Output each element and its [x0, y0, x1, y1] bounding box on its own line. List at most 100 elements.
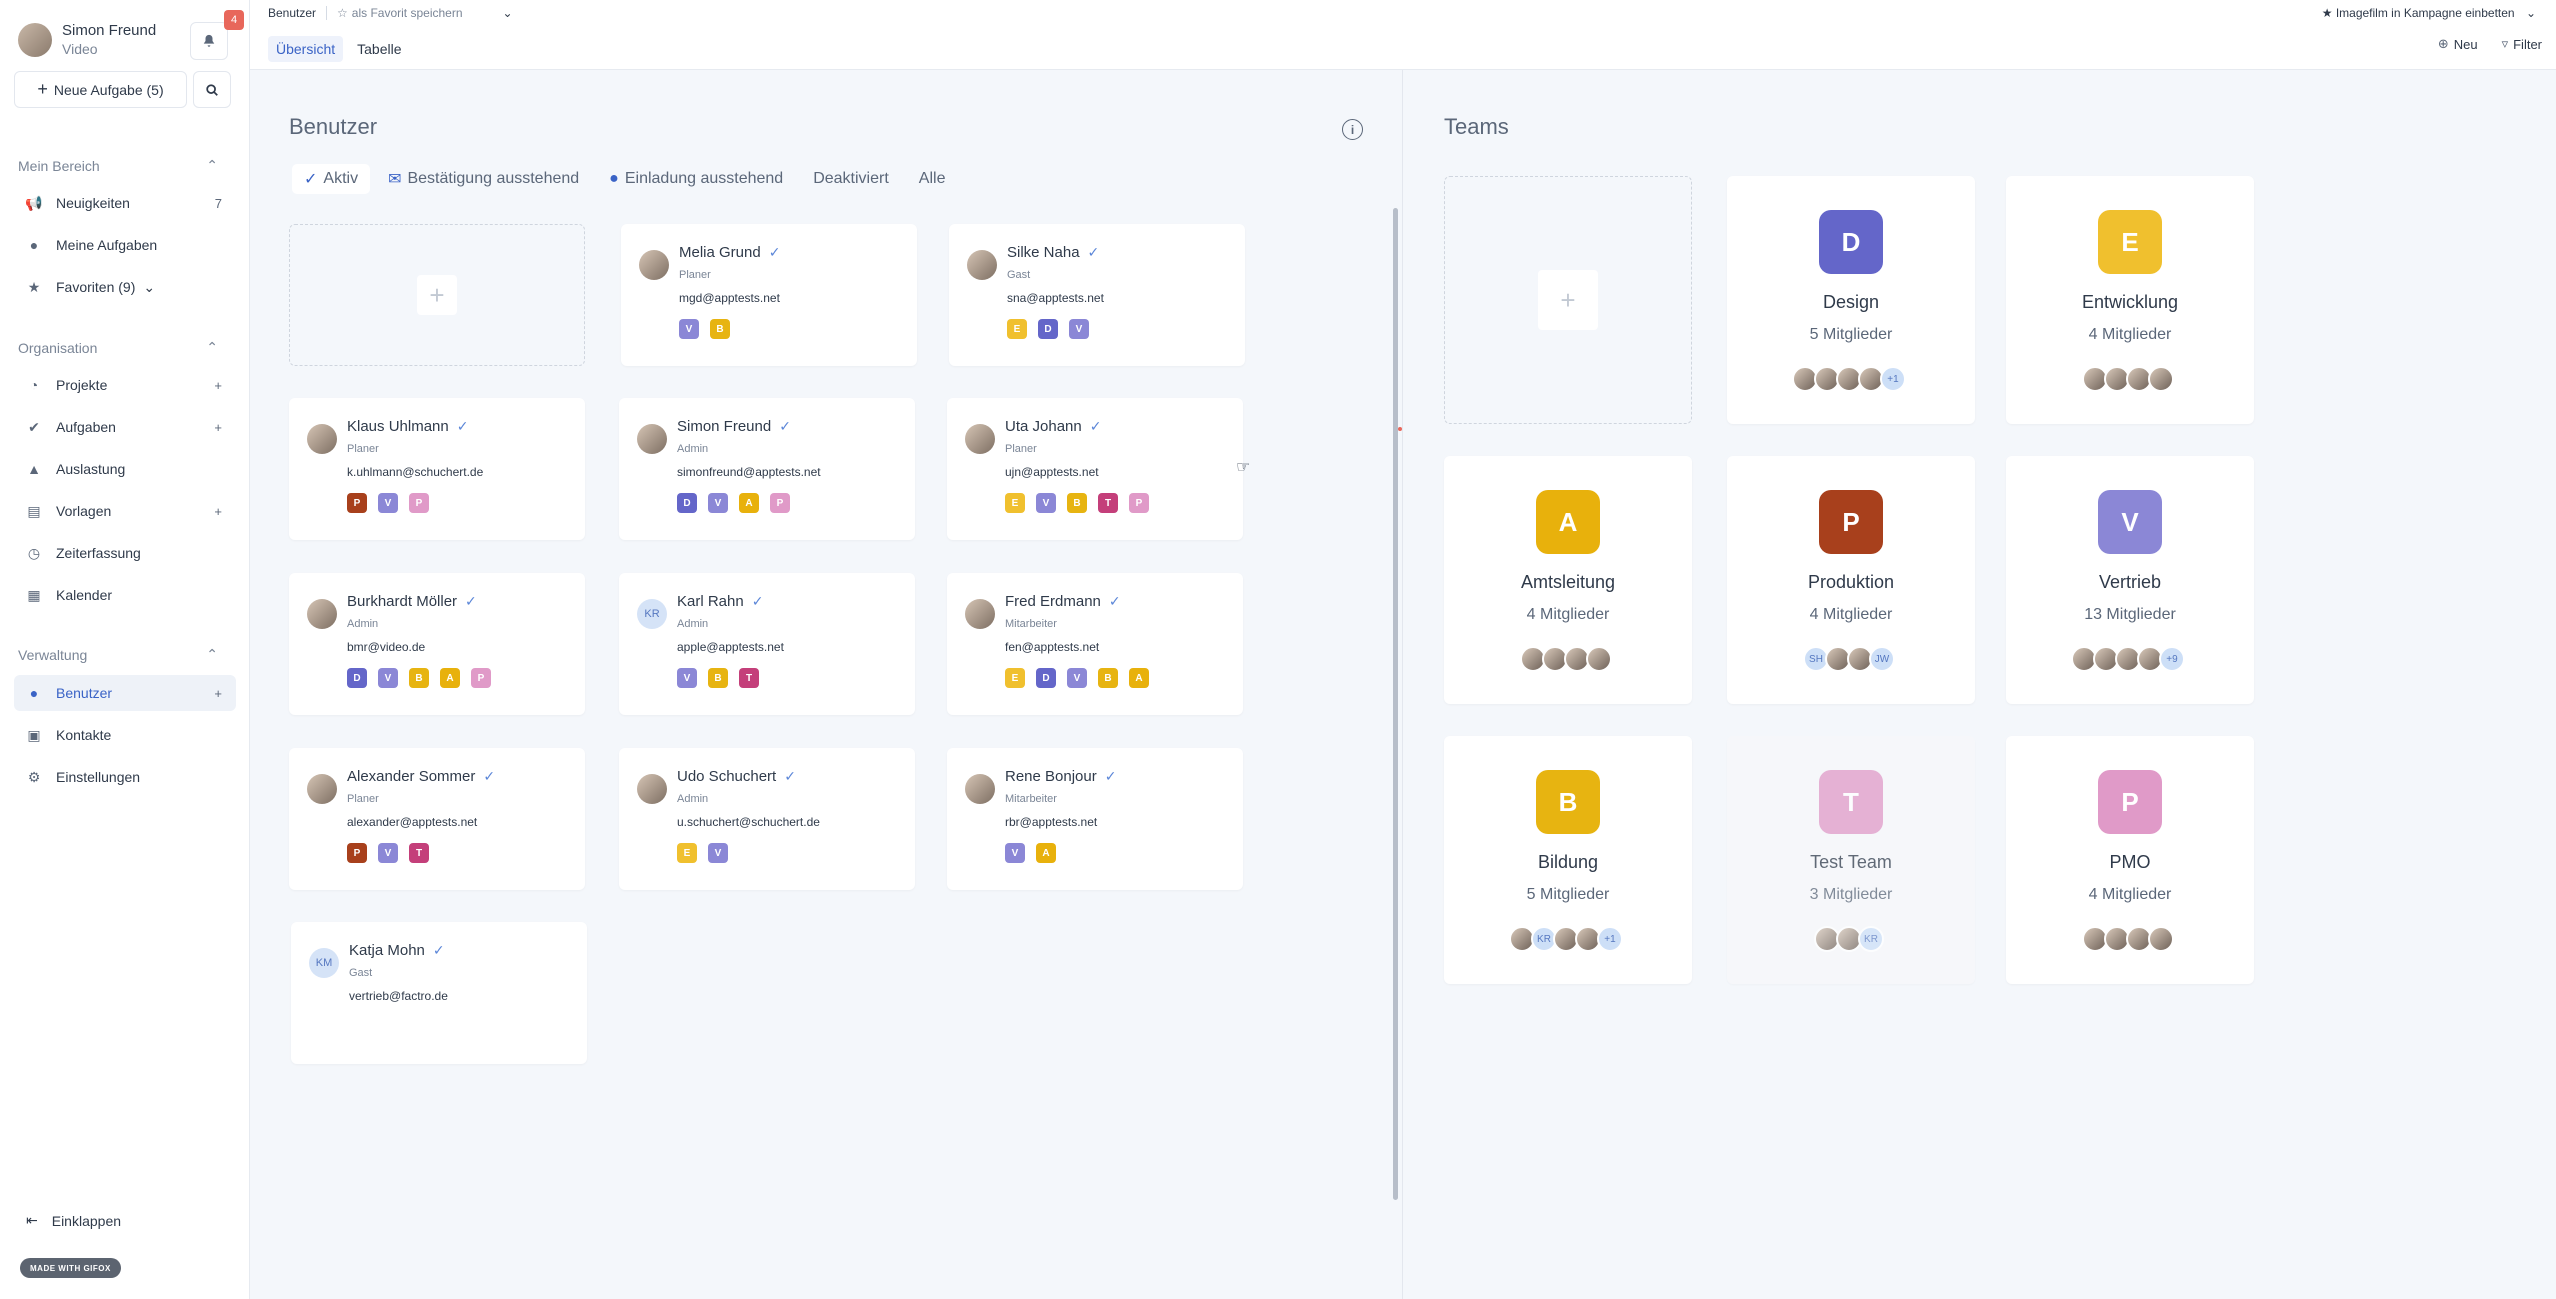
team-chip[interactable]: V [378, 493, 398, 513]
sidebar-item-meine-aufgaben[interactable]: ● Meine Aufgaben [14, 227, 236, 263]
team-chip[interactable]: T [1098, 493, 1118, 513]
team-chip[interactable]: E [677, 843, 697, 863]
team-chip[interactable]: B [409, 668, 429, 688]
tab-bestaetigung-ausstehend[interactable]: ✉ Bestätigung ausstehend [376, 164, 591, 194]
team-chip[interactable]: B [708, 668, 728, 688]
team-chip[interactable]: P [347, 843, 367, 863]
add-user-icon[interactable]: + [214, 686, 222, 701]
team-chip[interactable]: V [1005, 843, 1025, 863]
tab-tabelle[interactable]: Tabelle [349, 36, 409, 62]
filter-button[interactable]: ▿ Filter [2502, 36, 2542, 52]
scrollbar[interactable] [1393, 208, 1398, 1200]
user-profile[interactable]: Simon Freund Video [18, 22, 156, 57]
team-chip[interactable]: P [471, 668, 491, 688]
user-card[interactable]: Melia Grund ✓ Planer mgd@apptests.net VB [621, 224, 917, 366]
team-chip[interactable]: V [1036, 493, 1056, 513]
user-card[interactable]: Rene Bonjour ✓ Mitarbeiter rbr@apptests.n… [947, 748, 1243, 890]
team-chip[interactable]: B [1098, 668, 1118, 688]
team-card[interactable]: A Amtsleitung 4 Mitglieder [1444, 456, 1692, 704]
section-organisation[interactable]: Organisation ⌃ [18, 339, 218, 356]
campaign-link[interactable]: ★ Imagefilm in Kampagne einbetten ⌄ [2322, 6, 2536, 20]
sidebar-item-aufgaben[interactable]: ✔ Aufgaben + [14, 409, 236, 445]
team-chip[interactable]: V [677, 668, 697, 688]
sidebar-item-einstellungen[interactable]: ⚙ Einstellungen [14, 759, 236, 795]
user-card[interactable]: KR Karl Rahn ✓ Admin apple@apptests.net V… [619, 573, 915, 715]
team-chip[interactable]: E [1005, 668, 1025, 688]
add-template-icon[interactable]: + [214, 504, 222, 519]
notifications-button[interactable] [190, 22, 228, 60]
tab-deaktiviert[interactable]: Deaktiviert [801, 164, 901, 194]
team-chip[interactable]: V [679, 319, 699, 339]
team-chip[interactable]: V [708, 493, 728, 513]
sidebar-item-zeiterfassung[interactable]: ◷ Zeiterfassung [14, 535, 236, 571]
add-task-icon[interactable]: + [214, 420, 222, 435]
user-card[interactable]: Fred Erdmann ✓ Mitarbeiter fen@apptests.n… [947, 573, 1243, 715]
team-chip[interactable]: B [1067, 493, 1087, 513]
team-chip[interactable]: A [739, 493, 759, 513]
chevron-down-icon[interactable]: ⌄ [503, 6, 513, 20]
add-team-card[interactable]: + [1444, 176, 1692, 424]
sidebar-item-kalender[interactable]: ▦ Kalender [14, 577, 236, 613]
team-chip[interactable]: D [1038, 319, 1058, 339]
team-chip[interactable]: D [677, 493, 697, 513]
user-card[interactable]: Uta Johann ✓ Planer ujn@apptests.net EVBT… [947, 398, 1243, 540]
team-chip[interactable]: A [1036, 843, 1056, 863]
tab-alle[interactable]: Alle [907, 164, 958, 194]
user-card[interactable]: KM Katja Mohn ✓ Gast vertrieb@factro.de [291, 922, 587, 1064]
section-mein-bereich[interactable]: Mein Bereich ⌃ [18, 157, 218, 174]
sidebar-item-auslastung[interactable]: ▲ Auslastung [14, 451, 236, 487]
team-chip[interactable]: V [1069, 319, 1089, 339]
team-card[interactable]: T Test Team 3 Mitglieder KR [1727, 736, 1975, 984]
team-chip[interactable]: V [1067, 668, 1087, 688]
avatar[interactable] [18, 22, 52, 57]
save-favorite-button[interactable]: ☆ als Favorit speichern [337, 6, 462, 20]
team-card[interactable]: P Produktion 4 Mitglieder SH JW [1727, 456, 1975, 704]
team-chip[interactable]: P [1129, 493, 1149, 513]
team-chip[interactable]: D [347, 668, 367, 688]
tab-einladung-ausstehend[interactable]: ● Einladung ausstehend [597, 164, 795, 194]
user-card[interactable]: Klaus Uhlmann ✓ Planer k.uhlmann@schucher… [289, 398, 585, 540]
team-chip[interactable]: P [770, 493, 790, 513]
user-card[interactable]: Alexander Sommer ✓ Planer alexander@appte… [289, 748, 585, 890]
user-card[interactable]: Burkhardt Möller ✓ Admin bmr@video.de DVB… [289, 573, 585, 715]
add-project-icon[interactable]: + [214, 378, 222, 393]
team-chip[interactable]: A [440, 668, 460, 688]
team-chip[interactable]: T [409, 843, 429, 863]
new-task-button[interactable]: + Neue Aufgabe (5) [14, 71, 187, 108]
sidebar-item-kontakte[interactable]: ▣ Kontakte [14, 717, 236, 753]
team-chip[interactable]: V [708, 843, 728, 863]
team-chip[interactable]: V [378, 668, 398, 688]
team-card[interactable]: B Bildung 5 Mitglieder KR +1 [1444, 736, 1692, 984]
team-chip[interactable]: D [1036, 668, 1056, 688]
tab-aktiv[interactable]: ✓ Aktiv [292, 164, 371, 194]
team-chip[interactable]: B [710, 319, 730, 339]
user-card[interactable]: Simon Freund ✓ Admin simonfreund@apptests… [619, 398, 915, 540]
team-chip[interactable]: P [347, 493, 367, 513]
team-chip[interactable]: A [1129, 668, 1149, 688]
user-card[interactable]: Silke Naha ✓ Gast sna@apptests.net EDV [949, 224, 1245, 366]
team-card[interactable]: P PMO 4 Mitglieder [2006, 736, 2254, 984]
add-user-card[interactable]: + [289, 224, 585, 366]
user-card[interactable]: Udo Schuchert ✓ Admin u.schuchert@schuche… [619, 748, 915, 890]
team-card[interactable]: V Vertrieb 13 Mitglieder +9 [2006, 456, 2254, 704]
sidebar-item-benutzer[interactable]: ● Benutzer + [14, 675, 236, 711]
team-chip[interactable]: V [378, 843, 398, 863]
tab-uebersicht[interactable]: Übersicht [268, 36, 344, 62]
sidebar-item-neuigkeiten[interactable]: 📢 Neuigkeiten 7 [14, 185, 236, 221]
collapse-sidebar-button[interactable]: ⇤ Einklappen [26, 1212, 121, 1229]
team-chip[interactable]: E [1005, 493, 1025, 513]
sidebar-item-label: Neuigkeiten [56, 195, 130, 211]
team-card[interactable]: D Design 5 Mitglieder +1 [1727, 176, 1975, 424]
info-icon[interactable]: i [1342, 119, 1363, 140]
sidebar-item-favoriten[interactable]: ★ Favoriten (9) ⌄ [14, 269, 236, 305]
sidebar-item-vorlagen[interactable]: ▤ Vorlagen + [14, 493, 236, 529]
team-card[interactable]: E Entwicklung 4 Mitglieder [2006, 176, 2254, 424]
search-button[interactable] [193, 71, 231, 108]
team-chip[interactable]: E [1007, 319, 1027, 339]
section-verwaltung[interactable]: Verwaltung ⌃ [18, 646, 218, 663]
new-button[interactable]: ⊕ Neu [2438, 36, 2478, 52]
sidebar-item-projekte[interactable]: ◔ Projekte + [14, 367, 236, 403]
team-chip[interactable]: P [409, 493, 429, 513]
user-name: Burkhardt Möller [347, 593, 458, 610]
team-chip[interactable]: T [739, 668, 759, 688]
